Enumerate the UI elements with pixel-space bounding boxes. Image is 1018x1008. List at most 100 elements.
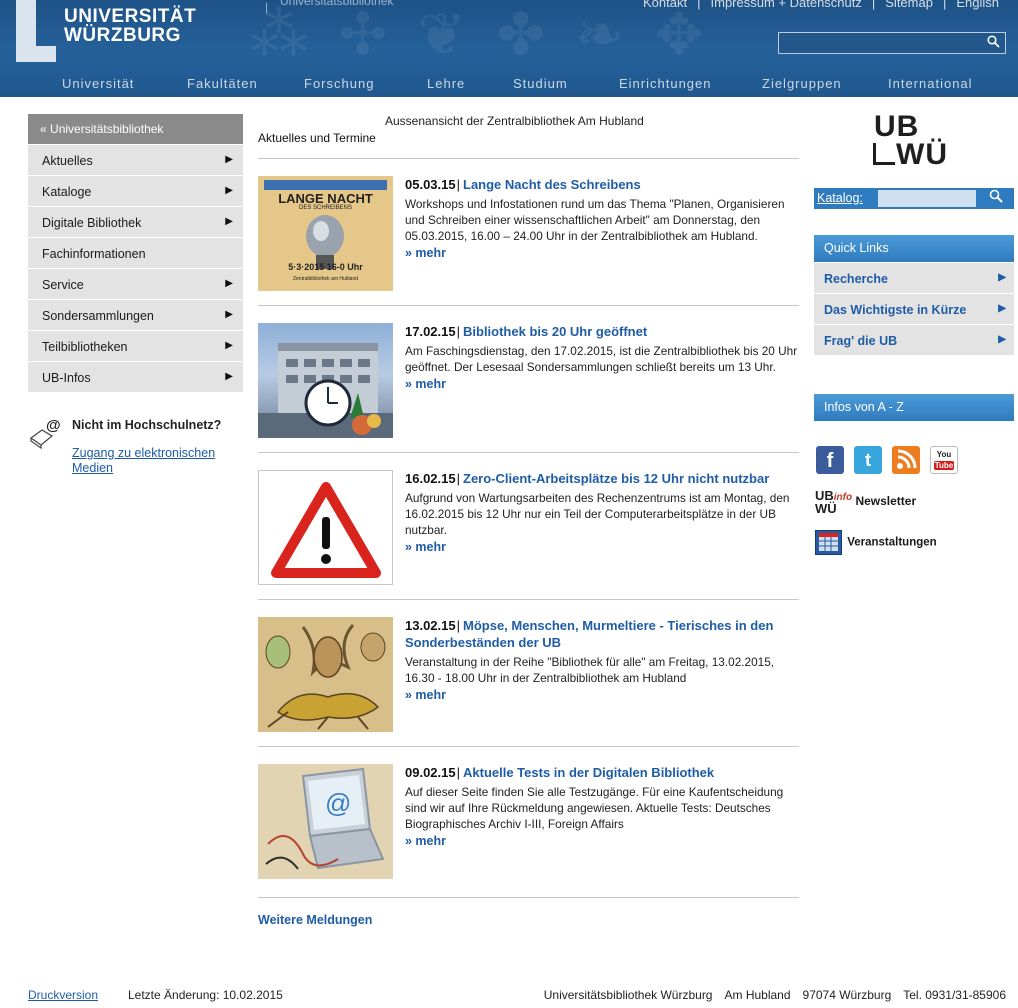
book-at-icon: @ bbox=[28, 416, 64, 450]
leftnav-item-service[interactable]: Service ▶ bbox=[28, 268, 243, 299]
footer-address: Universitätsbibliothek Würzburg Am Hublan… bbox=[543, 988, 1006, 1002]
arrow-right-icon: ▶ bbox=[225, 278, 233, 289]
nav-forschung[interactable]: Forschung bbox=[304, 76, 374, 91]
news-text: Auf dieser Seite finden Sie alle Testzug… bbox=[405, 785, 784, 831]
leftnav-item-digitale-bibliothek[interactable]: Digitale Bibliothek ▶ bbox=[28, 206, 243, 237]
news-title-link[interactable]: Aktuelle Tests in der Digitalen Biblioth… bbox=[463, 765, 714, 780]
news-title-link[interactable]: Zero-Client-Arbeitsplätze bis 12 Uhr nic… bbox=[463, 471, 769, 486]
nav-universitaet[interactable]: Universität bbox=[62, 76, 134, 91]
nav-lehre[interactable]: Lehre bbox=[427, 76, 465, 91]
arrow-right-icon: ▶ bbox=[225, 185, 233, 196]
news-date: 17.02.15 bbox=[405, 324, 456, 339]
infos-a-z-link[interactable]: Infos von A - Z bbox=[814, 394, 1014, 421]
search-icon bbox=[989, 189, 1003, 203]
mehr-link[interactable]: » mehr bbox=[405, 540, 799, 554]
news-text: Am Faschingsdienstag, den 17.02.2015, is… bbox=[405, 344, 798, 374]
veranstaltungen-link[interactable]: Veranstaltungen bbox=[815, 530, 937, 555]
quicklink-frag-die-ub[interactable]: Frag' die UB ▶ bbox=[814, 324, 1014, 355]
mehr-link[interactable]: » mehr bbox=[405, 688, 799, 702]
news-item: @ 09.02.15| Aktuelle Tests in der Digital… bbox=[258, 746, 799, 893]
katalog-link[interactable]: Katalog: bbox=[817, 191, 863, 205]
katalog-input[interactable] bbox=[878, 190, 976, 207]
top-ub-link[interactable]: Universitätsbibliothek bbox=[280, 0, 393, 8]
druckversion-link[interactable]: Druckversion bbox=[28, 988, 98, 1002]
news-item: LANGE NACHT DES SCHREIBENS 5·3·2015 16-0… bbox=[258, 158, 799, 305]
facebook-icon[interactable]: f bbox=[816, 446, 844, 474]
university-logo-icon[interactable] bbox=[16, 0, 56, 62]
university-logo-text[interactable]: UNIVERSITÄT WÜRZBURG bbox=[64, 7, 196, 45]
svg-text:@: @ bbox=[46, 417, 61, 434]
nav-international[interactable]: International bbox=[888, 76, 973, 91]
youtube-icon[interactable]: You Tube bbox=[930, 446, 958, 474]
top-divider: | bbox=[265, 0, 269, 14]
warning-icon bbox=[271, 482, 381, 578]
warning-sign-thumbnail[interactable] bbox=[258, 470, 393, 585]
news-item: 13.02.15| Möpse, Menschen, Murmeltiere - … bbox=[258, 599, 799, 746]
link-english[interactable]: English bbox=[956, 0, 999, 10]
newsletter-link[interactable]: UBinfo WÜ Newsletter bbox=[815, 488, 916, 516]
header-background-pattern: ⁂ ✣ ❦ ✤ ❧ ✥ bbox=[250, 0, 710, 68]
site-header: ⁂ ✣ ❦ ✤ ❧ ✥ UNIVERSITÄT WÜRZBURG | Unive… bbox=[0, 0, 1018, 97]
news-date: 09.02.15 bbox=[405, 765, 456, 780]
nav-zielgruppen[interactable]: Zielgruppen bbox=[762, 76, 842, 91]
mehr-link[interactable]: » mehr bbox=[405, 246, 799, 260]
top-links: Kontakt | Impressum + Datenschutz | Sitemap |… bbox=[638, 0, 1004, 10]
calendar-icon bbox=[815, 530, 842, 555]
arrow-right-icon: ▶ bbox=[225, 216, 233, 227]
ub-info-logo: UBinfo WÜ bbox=[815, 488, 853, 516]
quicklink-recherche[interactable]: Recherche ▶ bbox=[814, 262, 1014, 293]
rss-icon[interactable] bbox=[892, 446, 920, 474]
left-navigation: « Universitätsbibliothek Aktuelles ▶ Kata… bbox=[28, 114, 243, 392]
library-building-thumbnail[interactable] bbox=[258, 323, 393, 438]
link-sitemap[interactable]: Sitemap bbox=[885, 0, 933, 10]
main-navigation: Universität Fakultäten Forschung Lehre S… bbox=[0, 70, 1018, 97]
news-title-link[interactable]: Möpse, Menschen, Murmeltiere - Tierische… bbox=[405, 618, 773, 650]
arrow-right-icon: ▶ bbox=[225, 340, 233, 351]
nav-fakultaeten[interactable]: Fakultäten bbox=[187, 76, 258, 91]
link-impressum[interactable]: Impressum + Datenschutz bbox=[711, 0, 862, 10]
mehr-link[interactable]: » mehr bbox=[405, 377, 799, 391]
news-title-link[interactable]: Lange Nacht des Schreibens bbox=[463, 177, 641, 192]
hochschulnetz-title: Nicht im Hochschulnetz? bbox=[72, 418, 222, 432]
image-caption: Aussenansicht der Zentralbibliothek Am H… bbox=[385, 114, 644, 128]
arrow-right-icon: ▶ bbox=[998, 303, 1006, 314]
link-kontakt[interactable]: Kontakt bbox=[643, 0, 687, 10]
weitere-meldungen-link[interactable]: Weitere Meldungen bbox=[258, 913, 372, 927]
poster-thumbnail[interactable]: LANGE NACHT DES SCHREIBENS 5·3·2015 16-0… bbox=[258, 176, 393, 291]
search-icon[interactable] bbox=[987, 35, 1000, 51]
leftnav-item-sondersammlungen[interactable]: Sondersammlungen ▶ bbox=[28, 299, 243, 330]
back-icon: « bbox=[40, 122, 47, 136]
news-title-link[interactable]: Bibliothek bis 20 Uhr geöffnet bbox=[463, 324, 647, 339]
site-footer: Druckversion Letzte Änderung: 10.02.2015… bbox=[0, 988, 1018, 1008]
news-list: LANGE NACHT DES SCHREIBENS 5·3·2015 16-0… bbox=[258, 158, 799, 893]
leftnav-item-kataloge[interactable]: Kataloge ▶ bbox=[28, 175, 243, 206]
katalog-search-button[interactable] bbox=[978, 188, 1014, 209]
news-item: 17.02.15| Bibliothek bis 20 Uhr geöffnet … bbox=[258, 305, 799, 452]
quick-links: Quick Links Recherche ▶ Das Wichtigste in… bbox=[814, 235, 1014, 355]
leftnav-item-fachinformationen[interactable]: Fachinformationen bbox=[28, 237, 243, 268]
twitter-icon[interactable]: t bbox=[854, 446, 882, 474]
leftnav-item-ub-infos[interactable]: UB-Infos ▶ bbox=[28, 361, 243, 392]
quicklink-wichtigste[interactable]: Das Wichtigste in Kürze ▶ bbox=[814, 293, 1014, 324]
nav-einrichtungen[interactable]: Einrichtungen bbox=[619, 76, 712, 91]
quicklinks-head: Quick Links bbox=[814, 235, 1014, 262]
last-change: Letzte Änderung: 10.02.2015 bbox=[128, 988, 283, 1002]
leftnav-item-teilbibliotheken[interactable]: Teilbibliotheken ▶ bbox=[28, 330, 243, 361]
site-search-input[interactable] bbox=[779, 33, 979, 53]
nav-studium[interactable]: Studium bbox=[513, 76, 568, 91]
mehr-link[interactable]: » mehr bbox=[405, 834, 799, 848]
animal-illustration-thumbnail[interactable] bbox=[258, 617, 393, 732]
news-date: 05.03.15 bbox=[405, 177, 456, 192]
leftnav-head[interactable]: « Universitätsbibliothek bbox=[28, 114, 243, 144]
arrow-right-icon: ▶ bbox=[225, 154, 233, 165]
news-date: 13.02.15 bbox=[405, 618, 456, 633]
laptop-thumbnail[interactable]: @ bbox=[258, 764, 393, 879]
section-title: Aktuelles und Termine bbox=[258, 131, 376, 145]
leftnav-item-aktuelles[interactable]: Aktuelles ▶ bbox=[28, 144, 243, 175]
arrow-right-icon: ▶ bbox=[225, 309, 233, 320]
ub-wue-logo[interactable]: UB WÜ bbox=[870, 110, 960, 171]
elektronische-medien-link[interactable]: Zugang zu elektronischen Medien bbox=[72, 446, 242, 476]
news-date: 16.02.15 bbox=[405, 471, 456, 486]
divider bbox=[258, 897, 799, 898]
news-text: Workshops und Infostationen rund um das … bbox=[405, 197, 785, 243]
